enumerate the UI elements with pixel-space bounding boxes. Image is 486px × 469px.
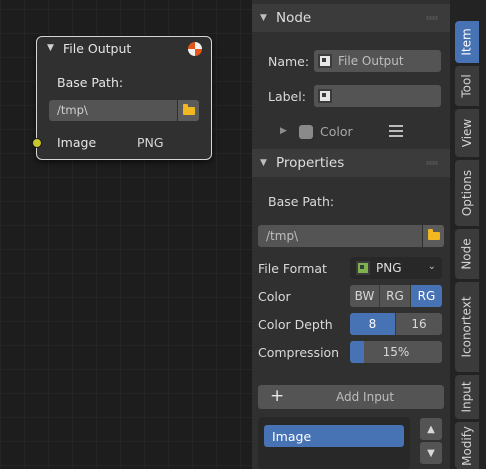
tab-node-label: Node bbox=[460, 238, 475, 270]
add-input-button[interactable]: + Add Input bbox=[258, 385, 444, 409]
compression-slider-fill bbox=[350, 341, 364, 363]
folder-icon bbox=[427, 229, 440, 240]
browse-folder-button[interactable] bbox=[422, 225, 444, 247]
node-base-path-field[interactable]: /tmp\ bbox=[49, 100, 199, 121]
tab-options-label: Options bbox=[460, 169, 474, 217]
tab-view[interactable]: View bbox=[455, 109, 479, 157]
sidebar: ▼ Node Name: File Output Label: ▶ Color … bbox=[252, 0, 450, 469]
name-value[interactable]: File Output bbox=[338, 54, 404, 68]
tab-item[interactable]: Item bbox=[455, 21, 479, 63]
file-format-value: PNG bbox=[376, 261, 402, 275]
tab-modify-label: Modify bbox=[460, 425, 475, 466]
tab-options[interactable]: Options bbox=[455, 160, 479, 226]
tab-tool[interactable]: Tool bbox=[455, 66, 479, 106]
folder-icon bbox=[182, 103, 195, 115]
drag-grip-icon[interactable] bbox=[426, 161, 438, 165]
properties-panel-title: Properties bbox=[276, 155, 345, 171]
panel-collapse-icon: ▼ bbox=[260, 158, 267, 168]
name-field[interactable]: File Output bbox=[314, 50, 441, 72]
color-expand-arrow-icon[interactable]: ▶ bbox=[280, 126, 287, 136]
file-format-label: File Format bbox=[258, 261, 327, 276]
tab-iconortext-label: Iconortext bbox=[460, 296, 475, 358]
tab-view-label: View bbox=[460, 118, 475, 148]
add-input-label: Add Input bbox=[336, 390, 395, 404]
color-mode-rgba[interactable]: RG bbox=[411, 285, 442, 307]
chevron-down-icon: ⌄ bbox=[427, 261, 436, 272]
properties-panel-header[interactable]: ▼ Properties bbox=[252, 149, 450, 177]
image-input-socket[interactable] bbox=[32, 138, 42, 148]
node-input-label: Image bbox=[57, 135, 97, 150]
compression-label: Compression bbox=[258, 345, 340, 360]
node-panel-title: Node bbox=[276, 10, 312, 26]
tab-tool-label: Tool bbox=[460, 74, 474, 98]
tab-input-label: Input bbox=[460, 381, 475, 413]
node-base-path-value[interactable]: /tmp\ bbox=[49, 100, 177, 121]
color-depth-8[interactable]: 8 bbox=[350, 313, 396, 335]
node-base-path-label: Base Path: bbox=[57, 75, 124, 90]
color-checkbox[interactable] bbox=[299, 125, 313, 139]
move-input-up-button[interactable]: ▲ bbox=[420, 418, 442, 440]
node-input-format: PNG bbox=[137, 135, 164, 150]
color-mode-selector[interactable]: BW RG RG bbox=[350, 285, 442, 307]
base-path-label: Base Path: bbox=[268, 194, 335, 209]
node-panel-header[interactable]: ▼ Node bbox=[252, 4, 450, 32]
compression-value: 15% bbox=[382, 345, 410, 359]
panel-collapse-icon: ▼ bbox=[260, 13, 267, 23]
color-depth-16[interactable]: 16 bbox=[396, 313, 442, 335]
tab-modify[interactable]: Modify bbox=[455, 422, 479, 469]
node-image-icon bbox=[318, 89, 332, 103]
color-mode-rgb[interactable]: RG bbox=[380, 285, 411, 307]
move-input-down-button[interactable]: ▼ bbox=[420, 442, 442, 464]
file-format-dropdown[interactable]: PNG ⌄ bbox=[350, 257, 442, 279]
compression-slider[interactable]: 15% bbox=[350, 341, 442, 363]
name-label: Name: bbox=[268, 54, 310, 69]
drag-grip-icon[interactable] bbox=[426, 16, 438, 20]
tab-item-label: Item bbox=[460, 28, 475, 56]
collapse-arrow-icon[interactable]: ▼ bbox=[47, 43, 54, 53]
render-ball-icon bbox=[188, 42, 202, 56]
image-file-icon bbox=[356, 261, 370, 275]
node-color-label: Color bbox=[320, 124, 353, 139]
color-depth-selector[interactable]: 8 16 bbox=[350, 313, 442, 335]
node-image-icon bbox=[318, 54, 332, 68]
triangle-up-icon: ▲ bbox=[427, 423, 435, 435]
triangle-down-icon: ▼ bbox=[427, 447, 435, 459]
plus-icon: + bbox=[270, 386, 285, 406]
color-presets-list-icon[interactable] bbox=[389, 125, 403, 138]
color-mode-label: Color bbox=[258, 289, 291, 304]
file-output-node[interactable]: ▼ File Output Base Path: /tmp\ Image PNG bbox=[32, 36, 212, 160]
input-list-item-label: Image bbox=[272, 428, 312, 444]
base-path-field[interactable]: /tmp\ bbox=[258, 225, 444, 247]
base-path-value[interactable]: /tmp\ bbox=[266, 229, 422, 243]
color-depth-label: Color Depth bbox=[258, 317, 333, 332]
tab-input[interactable]: Input bbox=[455, 375, 479, 419]
node-browse-folder-button[interactable] bbox=[177, 100, 199, 121]
node-title: File Output bbox=[63, 41, 132, 56]
tab-iconortext[interactable]: Iconortext bbox=[455, 282, 479, 372]
label-field[interactable] bbox=[314, 85, 441, 107]
node-editor-canvas[interactable]: ▼ File Output Base Path: /tmp\ Image PNG bbox=[0, 0, 252, 469]
color-mode-bw[interactable]: BW bbox=[350, 285, 380, 307]
sidebar-tab-strip: Item Tool View Options Node Iconortext I… bbox=[450, 0, 486, 469]
input-list-item[interactable]: Image bbox=[264, 425, 404, 447]
label-label: Label: bbox=[268, 89, 306, 104]
inputs-list[interactable]: Image bbox=[258, 417, 410, 469]
tab-node[interactable]: Node bbox=[455, 229, 479, 279]
